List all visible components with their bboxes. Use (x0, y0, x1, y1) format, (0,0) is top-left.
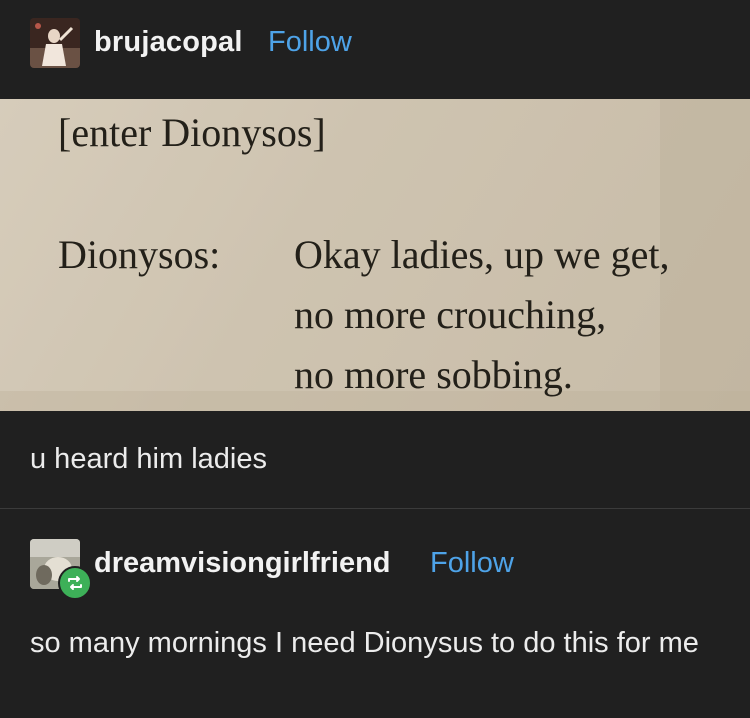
stage-direction: [enter Dionysos] (58, 110, 326, 155)
dialogue-line: no more sobbing. (294, 352, 573, 397)
reblog-icon (58, 566, 92, 600)
post-header: brujacopal Follow (0, 0, 750, 99)
follow-button[interactable]: Follow (268, 26, 352, 59)
divider (0, 508, 750, 509)
post-photo: [enter Dionysos] Dionysos: Okay ladies, … (0, 99, 750, 411)
follow-button[interactable]: Follow (430, 547, 514, 580)
avatar-image (30, 18, 80, 68)
speaker-name: Dionysos: (58, 232, 221, 277)
dialogue-line: no more crouching, (294, 292, 607, 337)
avatar[interactable] (30, 18, 80, 68)
reblog-text: so many mornings I need Dionysus to do t… (30, 627, 699, 659)
reblog-username[interactable]: dreamvisiongirlfriend (94, 547, 391, 580)
post-caption: u heard him ladies (30, 443, 267, 475)
username[interactable]: brujacopal (94, 26, 243, 59)
dialogue-line: Okay ladies, up we get, (294, 232, 670, 277)
